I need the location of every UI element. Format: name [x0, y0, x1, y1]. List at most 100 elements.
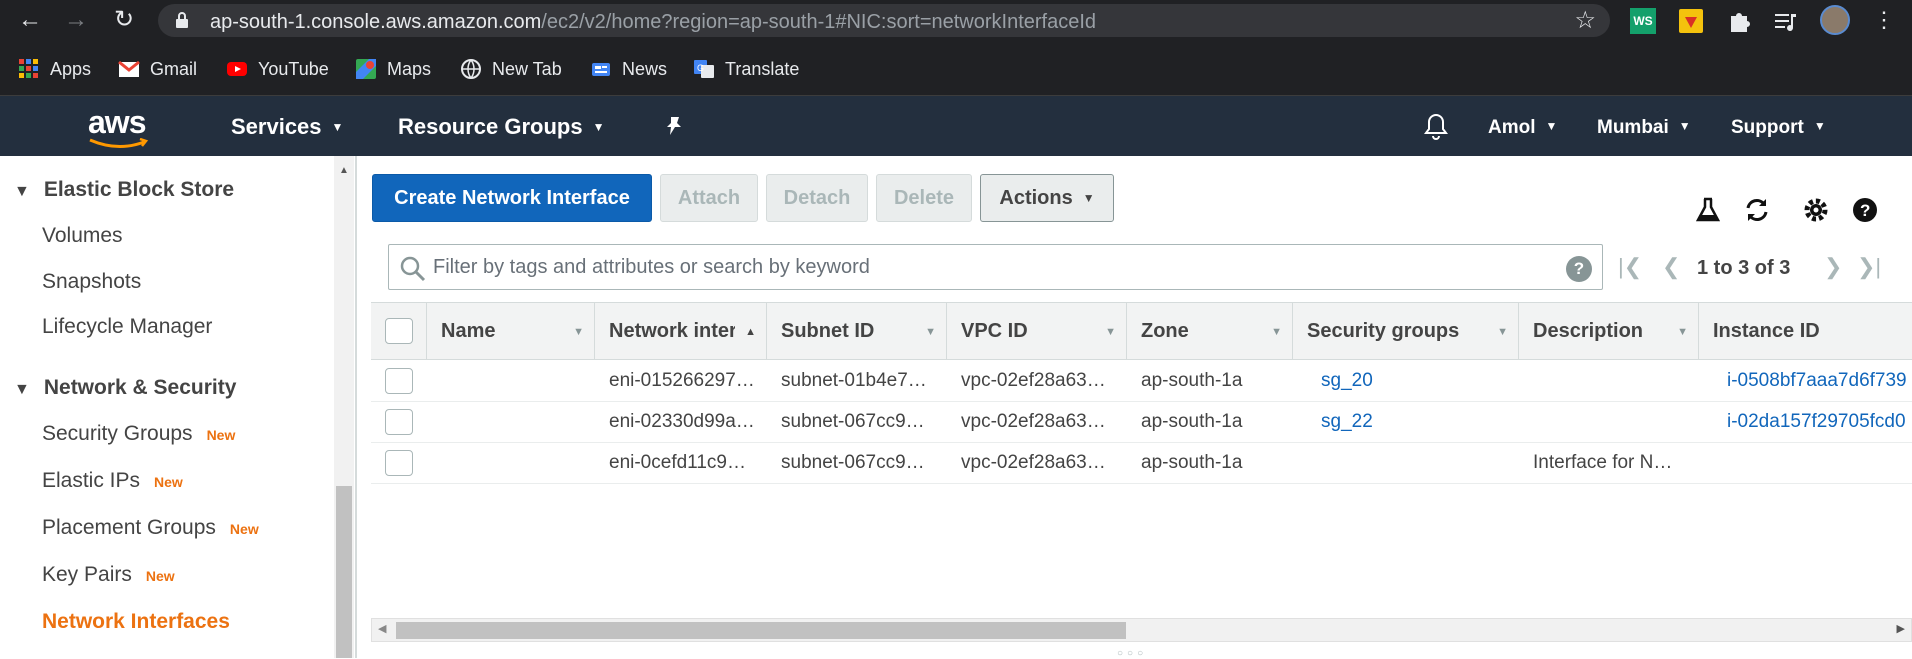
aws-logo[interactable]: aws [88, 104, 146, 141]
filter-input[interactable] [433, 253, 1533, 281]
bookmark-youtube[interactable]: YouTube [226, 57, 329, 81]
extensions-puzzle-icon[interactable] [1727, 8, 1753, 34]
bookmark-translate[interactable]: G Translate [693, 57, 799, 81]
scrollbar-thumb[interactable] [396, 622, 1126, 639]
scroll-up-arrow-icon[interactable]: ▲ [339, 165, 349, 176]
table-row[interactable]: eni-0cefd11c9… subnet-067cc9… vpc-02ef28… [371, 443, 1912, 484]
sidebar-item-lifecycle-manager[interactable]: Lifecycle Manager [42, 315, 212, 339]
column-header-zone[interactable]: Zone ▼ [1127, 303, 1293, 360]
delete-button[interactable]: Delete [876, 174, 972, 222]
pin-icon[interactable] [662, 114, 686, 138]
sort-arrow-icon: ▼ [1105, 325, 1116, 338]
row-checkbox[interactable] [385, 409, 413, 435]
cell-name [441, 402, 591, 442]
cell-subnet-id: subnet-067cc9… [781, 452, 925, 473]
column-header-vpc-id[interactable]: VPC ID ▼ [947, 303, 1127, 360]
region-menu[interactable]: Mumbai ▼ [1597, 117, 1691, 139]
user-name: Amol [1488, 117, 1536, 138]
column-header-description[interactable]: Description ▼ [1519, 303, 1699, 360]
support-label: Support [1731, 117, 1804, 138]
scroll-left-arrow-icon[interactable]: ◀ [378, 622, 386, 635]
collapse-triangle-icon: ▼ [14, 381, 30, 398]
table-row[interactable]: eni-02330d99a… subnet-067cc9… vpc-02ef28… [371, 402, 1912, 443]
cell-network-interface-id: eni-0cefd11c9… [609, 452, 746, 473]
sidebar-item-elastic-ips[interactable]: Elastic IPs New [42, 469, 183, 493]
cell-security-group-link[interactable]: sg_20 [1321, 361, 1511, 401]
attach-button[interactable]: Attach [660, 174, 758, 222]
resize-grip-icon[interactable]: ○○○ [1117, 648, 1147, 659]
cell-instance-id-link[interactable] [1727, 443, 1912, 483]
sidebar-item-security-groups[interactable]: Security Groups New [42, 422, 235, 446]
settings-gear-icon[interactable] [1802, 196, 1830, 224]
scrollbar-thumb[interactable] [336, 486, 352, 658]
back-arrow-icon[interactable]: ← [14, 5, 46, 35]
ws-extension-icon[interactable]: WS [1630, 8, 1656, 34]
download-extension-icon[interactable] [1678, 8, 1704, 34]
user-menu[interactable]: Amol ▼ [1488, 117, 1557, 139]
region-name: Mumbai [1597, 117, 1669, 138]
sidebar-section-network-security[interactable]: ▼ Network & Security [14, 376, 236, 400]
column-label: Zone [1141, 320, 1189, 342]
bookmark-star-icon[interactable]: ☆ [1574, 6, 1596, 35]
column-header-network-interface[interactable]: Network interfa ▲ [595, 303, 767, 360]
table-horizontal-scrollbar[interactable]: ◀ ▶ [371, 618, 1912, 642]
help-circle-icon[interactable]: ? [1851, 196, 1879, 224]
forward-arrow-icon[interactable]: → [60, 5, 92, 35]
sidebar-section-elastic-block-store[interactable]: ▼ Elastic Block Store [14, 178, 234, 202]
sidebar-item-snapshots[interactable]: Snapshots [42, 270, 141, 294]
collapse-triangle-icon: ▼ [14, 183, 30, 200]
column-label: Network interfa [609, 320, 735, 342]
beaker-icon[interactable] [1694, 196, 1722, 224]
cell-instance-id-link[interactable]: i-0508bf7aaa7d6f739 [1727, 361, 1912, 401]
select-all-cell [371, 303, 427, 360]
column-header-instance-id[interactable]: Instance ID [1699, 303, 1912, 360]
cell-vpc-id: vpc-02ef28a63… [961, 452, 1106, 473]
menu-kebab-icon[interactable]: ⋮ [1868, 5, 1900, 35]
sidebar-item-network-interfaces[interactable]: Network Interfaces [42, 610, 230, 634]
address-bar[interactable]: ap-south-1.console.aws.amazon.com/ec2/v2… [158, 4, 1610, 37]
profile-avatar[interactable] [1820, 5, 1850, 35]
table-row[interactable]: eni-015266297… subnet-01b4e7… vpc-02ef28… [371, 361, 1912, 402]
bookmark-new-tab[interactable]: New Tab [460, 57, 562, 81]
scroll-right-arrow-icon[interactable]: ▶ [1897, 622, 1905, 635]
row-checkbox[interactable] [385, 450, 413, 476]
refresh-icon[interactable] [1743, 196, 1771, 224]
bookmark-apps[interactable]: Apps [18, 57, 91, 81]
sidebar-item-placement-groups[interactable]: Placement Groups New [42, 516, 259, 540]
select-all-checkbox[interactable] [385, 318, 413, 344]
cell-instance-id-link[interactable]: i-02da157f29705fcd0 [1727, 402, 1912, 442]
column-label: Description [1533, 320, 1644, 342]
cell-security-group-link[interactable] [1321, 443, 1511, 483]
support-menu[interactable]: Support ▼ [1731, 117, 1826, 139]
prev-page-icon[interactable]: ❮ [1662, 254, 1680, 280]
column-header-security-groups[interactable]: Security groups ▼ [1293, 303, 1519, 360]
bookmark-news[interactable]: News [590, 57, 667, 81]
cell-security-group-link[interactable]: sg_22 [1321, 402, 1511, 442]
notifications-bell-icon[interactable] [1423, 112, 1449, 140]
create-network-interface-button[interactable]: Create Network Interface [372, 174, 652, 222]
actions-dropdown-button[interactable]: Actions ▼ [980, 174, 1114, 222]
new-badge: New [229, 521, 259, 537]
sidebar-item-label: Elastic IPs [42, 469, 141, 492]
bookmark-label: Apps [50, 58, 92, 79]
svg-text:?: ? [1860, 201, 1870, 220]
last-page-icon[interactable]: ❯| [1857, 254, 1881, 280]
column-label: Name [441, 320, 496, 342]
filter-help-icon[interactable]: ? [1566, 256, 1592, 282]
first-page-icon[interactable]: |❮ [1618, 254, 1642, 280]
resource-groups-menu[interactable]: Resource Groups ▼ [398, 114, 605, 140]
row-checkbox[interactable] [385, 368, 413, 394]
filter-search-box[interactable]: ? [388, 244, 1603, 290]
detach-button[interactable]: Detach [766, 174, 868, 222]
sidebar-item-key-pairs[interactable]: Key Pairs New [42, 563, 175, 587]
column-header-subnet-id[interactable]: Subnet ID ▼ [767, 303, 947, 360]
bookmark-gmail[interactable]: Gmail [118, 57, 197, 81]
column-header-name[interactable]: Name ▼ [427, 303, 595, 360]
next-page-icon[interactable]: ❯ [1824, 254, 1842, 280]
services-menu[interactable]: Services ▼ [231, 114, 343, 140]
bookmark-maps[interactable]: Maps [355, 57, 431, 81]
sidebar-item-volumes[interactable]: Volumes [42, 224, 123, 248]
sidebar-scrollbar[interactable]: ▲ [334, 156, 354, 658]
reload-icon[interactable]: ↻ [108, 5, 140, 35]
media-queue-icon[interactable] [1773, 8, 1799, 34]
